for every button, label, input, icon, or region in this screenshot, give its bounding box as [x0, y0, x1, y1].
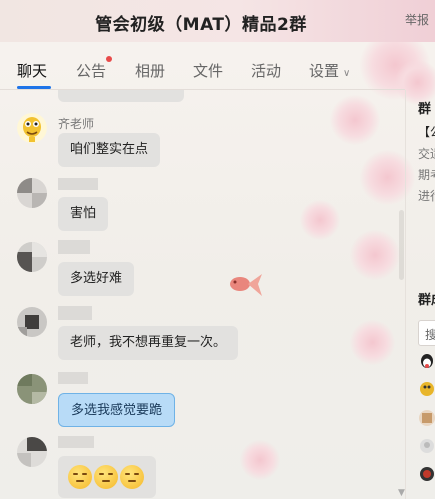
message-bubble[interactable]: [58, 90, 184, 102]
announcement-text: 进行: [418, 189, 435, 203]
smirk-emoji-icon: [120, 464, 144, 489]
members-heading: 群成: [418, 293, 435, 308]
avatar[interactable]: [17, 242, 47, 272]
avatar[interactable]: [17, 437, 47, 467]
tab-settings-label: 设置: [309, 62, 340, 80]
member-avatar[interactable]: [419, 353, 435, 369]
announcement-text: 期考: [418, 168, 435, 182]
blurred-sender-name: [58, 178, 98, 190]
window-title: 管会初级（MAT）精品2群: [95, 15, 307, 35]
sender-name: 齐老师: [58, 117, 95, 131]
announcement-text: 交适: [418, 147, 435, 161]
blurred-sender-name: [58, 240, 90, 254]
announcement-text: 【公: [418, 125, 435, 139]
blurred-sender-name: [58, 436, 94, 448]
avatar[interactable]: [17, 113, 47, 143]
chat-message-list[interactable]: 齐老师 咱们整实在点 害怕 多选好难 老师，我不想再重复一次。 多选我感觉要跪: [0, 90, 405, 499]
member-avatar[interactable]: [419, 438, 435, 454]
member-avatar[interactable]: [419, 381, 435, 397]
member-avatar[interactable]: [419, 410, 435, 426]
member-search-input[interactable]: 搜: [418, 320, 435, 346]
avatar[interactable]: [17, 374, 47, 404]
group-chat-window: 管会初级（MAT）精品2群 举报 聊天 公告 相册 文件 活动 设置∨ 群 【公…: [0, 0, 435, 499]
message-bubble[interactable]: 老师，我不想再重复一次。: [58, 326, 239, 360]
message-bubble[interactable]: 多选好难: [58, 262, 135, 296]
tab-settings[interactable]: 设置 ∨: [309, 60, 350, 81]
avatar[interactable]: [17, 307, 47, 337]
title-bar: 管会初级（MAT）精品2群 举报: [0, 0, 435, 42]
tab-announcement[interactable]: 公告: [76, 60, 106, 81]
notification-dot-icon: [106, 56, 112, 62]
message-bubble[interactable]: 多选我感觉要跪: [58, 393, 176, 427]
tab-bar: 聊天 公告 相册 文件 活动 设置 ∨: [0, 42, 405, 90]
message-bubble[interactable]: [58, 456, 156, 498]
tab-files[interactable]: 文件: [193, 60, 223, 81]
blurred-sender-name: [58, 306, 92, 320]
active-tab-indicator: [17, 86, 51, 89]
message-bubble[interactable]: 害怕: [58, 197, 109, 231]
chat-scrollbar[interactable]: [399, 210, 404, 280]
announcement-heading[interactable]: 群: [418, 98, 431, 117]
chevron-down-icon: ∨: [343, 68, 351, 79]
tab-chat[interactable]: 聊天: [17, 60, 47, 81]
tab-album[interactable]: 相册: [135, 60, 165, 81]
side-panel-divider: [405, 90, 406, 499]
member-avatar[interactable]: [419, 466, 435, 482]
blurred-sender-name: [58, 372, 88, 384]
message-bubble[interactable]: 咱们整实在点: [58, 133, 161, 167]
report-button[interactable]: 举报: [405, 11, 435, 28]
tab-activities[interactable]: 活动: [251, 60, 281, 81]
smirk-emoji-icon: [94, 464, 118, 489]
smirk-emoji-icon: [68, 464, 92, 489]
avatar[interactable]: [17, 178, 47, 208]
